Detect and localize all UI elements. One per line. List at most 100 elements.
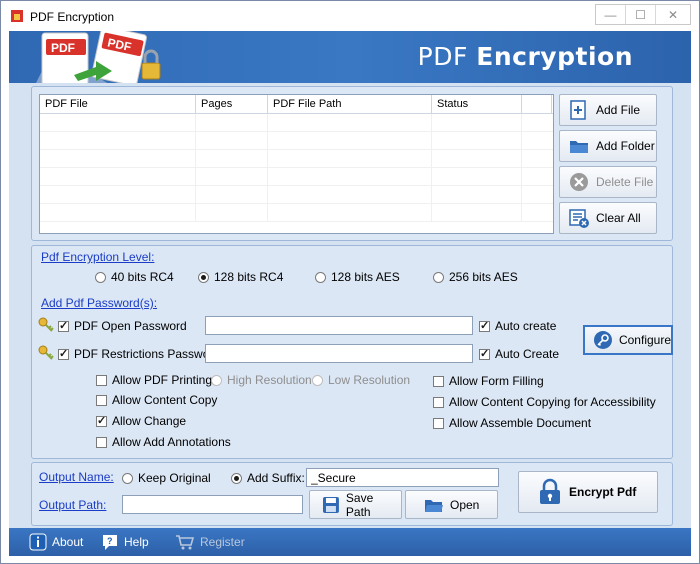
keep-original-option[interactable]: Keep Original [122,471,211,485]
table-row [40,132,553,150]
header-banner: PDF PDF PDF Encryption [9,31,691,83]
open-password-label: PDF Open Password [74,319,187,333]
add-file-button[interactable]: Add File [559,94,657,126]
open-label: Open [450,497,480,512]
column-header-pdf-file[interactable]: PDF File [40,95,196,113]
keep-original-label: Keep Original [138,471,211,485]
suffix-input[interactable] [306,468,499,487]
configure-button[interactable]: Configure [583,325,673,355]
help-link[interactable]: ? Help [101,533,149,551]
allow-content-copy-label: Allow Content Copy [112,393,218,407]
level-128-aes-label: 128 bits AES [331,270,400,284]
help-icon: ? [103,535,117,550]
about-link[interactable]: About [29,533,83,551]
column-header-filler [522,95,552,113]
save-icon [322,496,339,513]
close-button[interactable]: ✕ [656,5,690,24]
restrictions-auto-create-label: Auto Create [495,347,560,361]
level-256-aes-option[interactable]: 256 bits AES [433,270,518,284]
minimize-button[interactable]: — [596,5,626,24]
register-link[interactable]: Register [175,533,245,551]
header-title-part1: PDF [417,42,477,71]
low-resolution-radio[interactable] [312,374,323,386]
allow-printing-checkbox[interactable] [96,374,107,386]
open-auto-create-checkbox[interactable] [479,319,490,332]
open-password-option[interactable]: PDF Open Password [58,319,187,333]
level-128-rc4-label: 128 bits RC4 [214,270,284,284]
keep-original-radio[interactable] [122,472,133,484]
allow-accessibility-copy-option[interactable]: Allow Content Copying for Accessibility [433,395,656,409]
maximize-button[interactable]: ☐ [626,5,656,24]
restrictions-password-checkbox[interactable] [58,347,69,360]
add-suffix-radio[interactable] [231,472,242,484]
column-header-status[interactable]: Status [432,95,522,113]
allow-change-option[interactable]: Allow Change [96,414,186,428]
delete-file-button[interactable]: Delete File [559,166,657,198]
output-name-label: Output Name: [39,470,114,484]
encrypt-pdf-label: Encrypt Pdf [569,485,637,499]
column-header-pages[interactable]: Pages [196,95,268,113]
allow-annotations-checkbox[interactable] [96,436,107,448]
restrictions-password-input[interactable] [205,344,473,363]
pdf-lock-logo: PDF PDF [36,31,161,83]
register-label: Register [200,535,245,549]
open-auto-create-option[interactable]: Auto create [479,319,556,333]
allow-content-copy-option[interactable]: Allow Content Copy [96,393,217,407]
clear-all-label: Clear All [596,211,641,225]
allow-form-filling-checkbox[interactable] [433,375,444,387]
level-128-aes-option[interactable]: 128 bits AES [315,270,400,284]
column-header-file-path[interactable]: PDF File Path [268,95,432,113]
level-128-aes-radio[interactable] [315,271,326,283]
clear-all-button[interactable]: Clear All [559,202,657,234]
allow-change-checkbox[interactable] [96,414,107,427]
allow-printing-option[interactable]: Allow PDF Printing [96,373,212,387]
encrypt-pdf-button[interactable]: Encrypt Pdf [518,471,658,513]
allow-assemble-checkbox[interactable] [433,417,444,429]
open-password-checkbox[interactable] [58,319,69,332]
save-path-button[interactable]: Save Path [309,490,402,519]
open-folder-icon [425,499,443,512]
table-row [40,114,553,132]
info-icon [29,533,47,551]
title-bar: PDF Encryption — ☐ ✕ [1,1,699,31]
output-path-input[interactable] [122,495,303,514]
low-resolution-option[interactable]: Low Resolution [312,373,410,387]
file-list-panel: PDF File Pages PDF File Path Status Add … [31,86,673,241]
help-label: Help [124,535,149,549]
open-button[interactable]: Open [405,490,498,519]
high-resolution-option[interactable]: High Resolution [211,373,312,387]
level-40-rc4-option[interactable]: 40 bits RC4 [95,270,174,284]
allow-accessibility-copy-checkbox[interactable] [433,396,444,408]
add-folder-button[interactable]: Add Folder [559,130,657,162]
window-controls: — ☐ ✕ [595,4,691,25]
svg-text:?: ? [107,536,113,546]
allow-content-copy-checkbox[interactable] [96,394,107,406]
allow-annotations-option[interactable]: Allow Add Annotations [96,435,231,449]
open-password-input[interactable] [205,316,473,335]
allow-form-filling-option[interactable]: Allow Form Filling [433,374,544,388]
level-128-rc4-option[interactable]: 128 bits RC4 [198,270,283,284]
output-panel: Output Name: Keep Original Add Suffix: O… [31,462,673,526]
file-list-table[interactable]: PDF File Pages PDF File Path Status [39,94,554,234]
header-title: PDF Encryption [418,42,633,71]
restrictions-auto-create-option[interactable]: Auto Create [479,347,559,361]
window-title: PDF Encryption [30,10,115,24]
level-40-rc4-label: 40 bits RC4 [111,270,174,284]
allow-assemble-option[interactable]: Allow Assemble Document [433,416,591,430]
level-128-rc4-radio[interactable] [198,271,209,283]
save-path-label: Save Path [345,490,374,519]
key-icon [38,345,54,360]
restrictions-auto-create-checkbox[interactable] [479,347,490,360]
clear-list-icon [569,209,589,228]
configure-label: Configure [618,333,671,347]
high-resolution-radio[interactable] [211,374,222,386]
level-256-aes-radio[interactable] [433,271,444,283]
cart-icon [176,535,195,550]
add-suffix-option[interactable]: Add Suffix: [231,471,305,485]
delete-icon [570,173,588,191]
add-file-icon [570,100,586,120]
restrictions-password-option[interactable]: PDF Restrictions Password [58,347,220,361]
level-40-rc4-radio[interactable] [95,271,106,283]
delete-file-label: Delete File [596,175,654,189]
allow-annotations-label: Allow Add Annotations [112,435,231,449]
